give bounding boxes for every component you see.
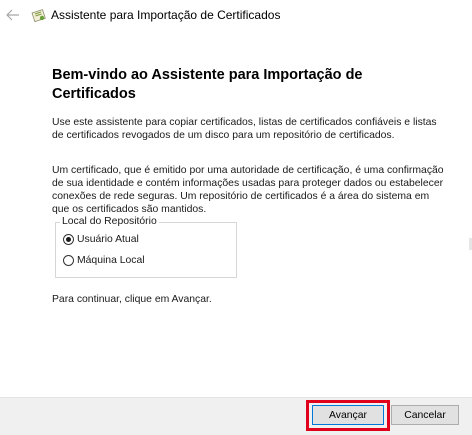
store-location-legend: Local do Repositório — [60, 216, 159, 227]
radio-selected-dot — [66, 237, 71, 242]
page-heading: Bem-vindo ao Assistente para Importação … — [52, 67, 363, 102]
certificate-icon — [31, 7, 47, 23]
intro-paragraph: Use este assistente para copiar certific… — [52, 117, 437, 141]
radio-current-user[interactable]: Usuário Atual — [63, 234, 139, 245]
certificate-info-paragraph: Um certificado, que é emitido por uma au… — [52, 165, 444, 215]
continue-instruction: Para continuar, clique em Avançar. — [52, 294, 212, 305]
radio-label-local-machine: Máquina Local — [77, 255, 145, 266]
next-button[interactable]: Avançar — [312, 405, 384, 425]
cancel-button[interactable]: Cancelar — [391, 405, 459, 425]
title-bar: Assistente para Importação de Certificad… — [0, 0, 472, 32]
window-title: Assistente para Importação de Certificad… — [51, 8, 281, 22]
radio-button-local-machine[interactable] — [63, 255, 74, 266]
radio-label-current-user: Usuário Atual — [77, 234, 139, 245]
import-wizard-window: Assistente para Importação de Certificad… — [0, 0, 472, 435]
store-location-group — [55, 222, 237, 278]
back-arrow-icon[interactable] — [5, 7, 21, 23]
radio-local-machine[interactable]: Máquina Local — [63, 255, 145, 266]
radio-button-current-user[interactable] — [63, 234, 74, 245]
